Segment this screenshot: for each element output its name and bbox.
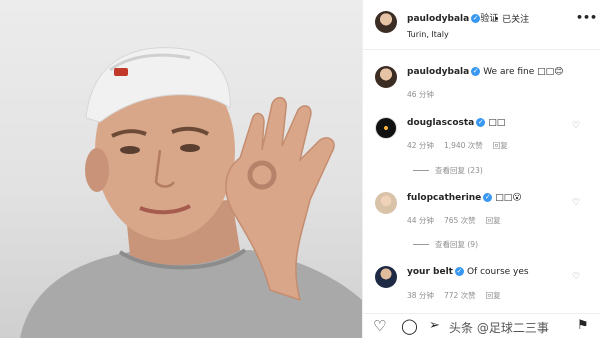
comment-likes[interactable]: 765 次赞 <box>444 216 476 225</box>
caption-username[interactable]: paulodybala <box>407 67 469 77</box>
watermark: 头条 @足球二三事 <box>449 321 549 335</box>
view-replies-label[interactable]: 查看回复 (23) <box>435 166 483 175</box>
comment-avatar[interactable] <box>375 192 397 214</box>
view-replies-button[interactable]: 查看回复 (23) <box>413 165 483 176</box>
comment-time[interactable]: 44 分钟 <box>407 216 434 225</box>
comment-username[interactable]: douglascosta <box>407 118 474 128</box>
comment-line: douglascosta ✓ □□ <box>407 118 505 128</box>
caption-time[interactable]: 46 分钟 <box>407 90 434 99</box>
comment-text: □□ <box>488 118 506 128</box>
comment-icon[interactable]: ◯ <box>401 317 418 335</box>
comment-line: your belt ✓ Of course yes <box>407 267 529 277</box>
view-replies-button[interactable]: 查看回复 (9) <box>413 239 478 250</box>
replies-divider <box>413 170 429 171</box>
verified-badge-icon: ✓ <box>454 267 464 276</box>
post-action-bar: ♡ ◯ ➢ 头条 @足球二三事 ⚑ <box>363 313 600 338</box>
verified-badge-icon: ✓ <box>471 14 481 23</box>
comment-line: fulopcatherine ✓ □□😮 <box>407 193 522 203</box>
comment-username[interactable]: fulopcatherine <box>407 193 481 203</box>
comment-text: Of course yes <box>466 267 529 277</box>
post-location[interactable]: Turin, Italy <box>407 30 449 39</box>
comment-avatar[interactable] <box>375 117 397 139</box>
photo-illustration <box>20 47 362 338</box>
caption-avatar[interactable] <box>375 66 397 88</box>
comment-like-heart-icon[interactable]: ♡ <box>572 272 580 282</box>
save-bookmark-icon[interactable]: ⚑ <box>577 317 589 335</box>
author-username[interactable]: paulodybala ✓ 验证 <box>407 11 498 24</box>
caption-text: We are fine □□😊 <box>483 67 564 77</box>
author-username-text[interactable]: paulodybala <box>407 14 469 24</box>
view-replies-label[interactable]: 查看回复 (9) <box>435 240 478 249</box>
comment-like-heart-icon[interactable]: ♡ <box>572 121 580 131</box>
comment-time[interactable]: 42 分钟 <box>407 141 434 150</box>
comment-likes[interactable]: 772 次赞 <box>444 291 476 300</box>
verified-badge-icon: ✓ <box>483 193 493 202</box>
post-detail-panel: paulodybala ✓ 验证 • 已关注 Turin, Italy ••• pa… <box>362 0 600 338</box>
caption-line: paulodybala ✓ We are fine □□😊 <box>407 67 564 77</box>
comment-likes[interactable]: 1,940 次赞 <box>444 141 483 150</box>
comment-reply-button[interactable]: 回复 <box>486 291 501 300</box>
comment-text: □□😮 <box>495 193 522 203</box>
post-header: paulodybala ✓ 验证 • 已关注 Turin, Italy ••• <box>363 0 600 50</box>
comment-username[interactable]: your belt <box>407 267 453 277</box>
comment-time[interactable]: 38 分钟 <box>407 291 434 300</box>
comment-reply-button[interactable]: 回复 <box>493 141 508 150</box>
comment-meta: 38 分钟 772 次赞 回复 <box>407 290 511 301</box>
like-heart-icon[interactable]: ♡ <box>373 317 386 335</box>
author-avatar[interactable] <box>375 11 397 33</box>
replies-divider <box>413 244 429 245</box>
comment-reply-button[interactable]: 回复 <box>486 216 501 225</box>
comment-avatar[interactable] <box>375 266 397 288</box>
caption-meta: 46 分钟 <box>407 89 444 100</box>
more-options-icon[interactable]: ••• <box>576 11 597 24</box>
following-button[interactable]: • 已关注 <box>494 12 529 25</box>
verified-badge-icon: ✓ <box>476 118 486 127</box>
comment-like-heart-icon[interactable]: ♡ <box>572 198 580 208</box>
post-photo[interactable] <box>0 0 362 338</box>
comment-meta: 44 分钟 765 次赞 回复 <box>407 215 511 226</box>
comment-meta: 42 分钟 1,940 次赞 回复 <box>407 140 518 151</box>
verified-badge-icon: ✓ <box>471 67 481 76</box>
share-paper-plane-icon[interactable]: ➢ <box>429 317 440 335</box>
